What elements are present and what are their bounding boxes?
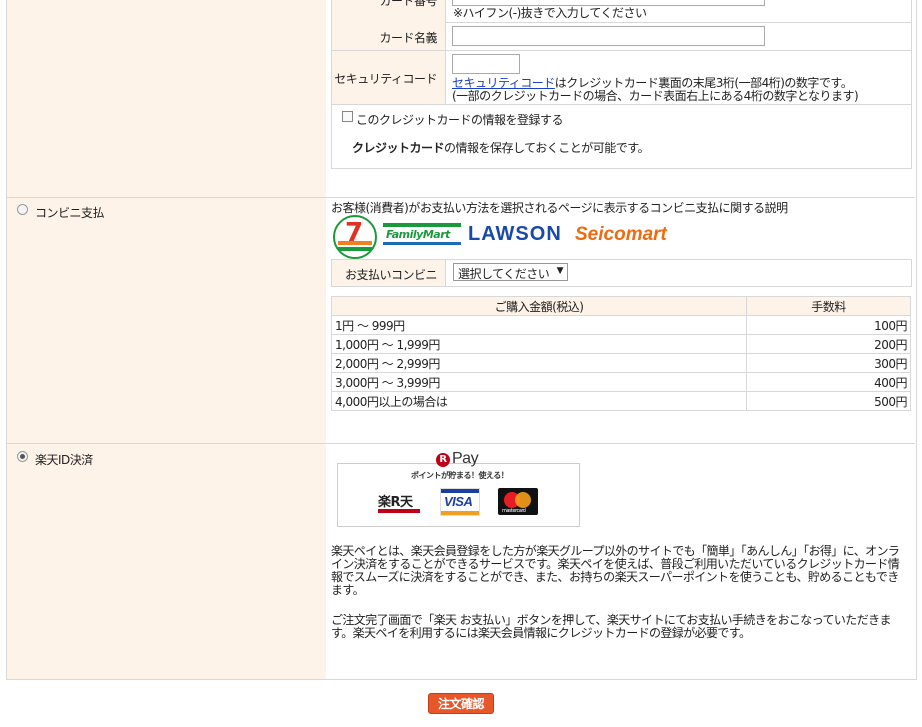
table-row: 1,000円 ～ 1,999円 200円 [331, 334, 911, 354]
save-card-checkbox[interactable] [342, 111, 353, 122]
order-confirm-button[interactable]: 注文確認 [428, 693, 494, 714]
fee-header-fee: 手数料 [746, 296, 911, 316]
chevron-down-icon: ▼ [556, 266, 564, 276]
seicomart-logo: Seicomart [575, 224, 667, 245]
rakuten-card-logo: 楽R天 [378, 489, 420, 515]
mastercard-logo: mastercard [498, 488, 538, 515]
card-number-label-cell: カード番号 [332, 0, 446, 22]
fee-value: 100円 [746, 315, 911, 335]
security-code-input[interactable] [452, 54, 520, 74]
security-label-cell: セキュリティコード [332, 51, 446, 104]
seven-eleven-logo: 7 [333, 215, 377, 259]
table-row: 4,000円以上の場合は 500円 [331, 391, 911, 411]
fee-amount: 1,000円 ～ 1,999円 [331, 334, 747, 354]
fee-table-header: ご購入金額(税込) 手数料 [331, 296, 911, 316]
fee-value: 200円 [746, 334, 911, 354]
fee-amount: 4,000円以上の場合は [331, 391, 747, 411]
card-name-label: カード名義 [379, 31, 437, 45]
convenience-select-label: お支払いコンビニ [344, 268, 438, 282]
fee-amount: 3,000円 ～ 3,999円 [331, 372, 747, 392]
credit-card-form: カード番号 ※ハイフン(-)抜きで入力してください カード名義 セキュリティコー… [331, 0, 912, 169]
fee-header-amount: ご購入金額(税込) [331, 296, 747, 316]
convenience-select-row: お支払いコンビニ 選択してください ▼ [331, 259, 912, 287]
save-card-checkbox-label: このクレジットカードの情報を登録する [356, 113, 564, 127]
rakuten-radio[interactable] [17, 451, 28, 462]
fee-value: 300円 [746, 353, 911, 373]
fee-value: 400円 [746, 372, 911, 392]
table-row: 1円 ～ 999円 100円 [331, 315, 911, 335]
convenience-select-label-cell: お支払いコンビニ [332, 260, 446, 286]
security-note-line-2: (一部のクレジットカードの場合、カード表面右上にある4桁の数字となります) [452, 89, 859, 103]
card-number-note: ※ハイフン(-)抜きで入力してください [453, 6, 647, 20]
familymart-logo: FamilyMart [383, 223, 461, 245]
section-divider [7, 197, 915, 198]
rakuten-description-1: 楽天ペイとは、楽天会員登録をした方が楽天グループ以外のサイトでも「簡単」「あんし… [331, 544, 900, 597]
card-name-row: カード名義 [332, 22, 911, 51]
table-row: 3,000円 ～ 3,999円 400円 [331, 372, 911, 392]
security-code-row: セキュリティコード セキュリティコードはクレジットカード裏面の末尾3桁(一部4桁… [332, 51, 911, 105]
security-code-label: セキュリティコード [334, 72, 437, 86]
fee-amount: 2,000円 ～ 2,999円 [331, 353, 747, 373]
save-card-note: クレジットカードの情報を保存しておくことが可能です。 [352, 139, 650, 156]
visa-logo: VISA [440, 488, 480, 516]
rakuten-pay-subtitle: ポイントが貯まる！使える！ [411, 471, 509, 480]
card-number-row: カード番号 ※ハイフン(-)抜きで入力してください [332, 0, 911, 23]
convenience-description: お客様(消費者)がお支払い方法を選択されるページに表示するコンビニ支払に関する説… [331, 201, 788, 215]
fee-amount: 1円 ～ 999円 [331, 315, 747, 335]
rakuten-description-2: ご注文完了画面で「楽天 お支払い」ボタンを押して、楽天サイトにてお支払い手続きを… [331, 613, 892, 640]
lawson-logo: LAWSON [468, 223, 562, 245]
table-row: 2,000円 ～ 2,999円 300円 [331, 353, 911, 373]
save-note-rest: の情報を保存しておくことが可能です。 [444, 141, 650, 155]
fee-value: 500円 [746, 391, 911, 411]
card-name-label-cell: カード名義 [332, 22, 446, 50]
section-divider [7, 443, 915, 444]
convenience-select[interactable]: 選択してください ▼ [453, 263, 568, 281]
convenience-select-value: 選択してください [458, 267, 550, 281]
fee-table: ご購入金額(税込) 手数料 1円 ～ 999円 100円 1,000円 ～ 1,… [331, 296, 911, 411]
save-note-bold: クレジットカード [352, 141, 445, 155]
convenience-radio-label: コンビニ支払 [35, 206, 105, 220]
card-name-input[interactable] [452, 26, 765, 46]
convenience-radio[interactable] [17, 204, 28, 215]
rakuten-radio-label: 楽天ID決済 [35, 453, 93, 467]
card-number-label: カード番号 [379, 0, 437, 8]
